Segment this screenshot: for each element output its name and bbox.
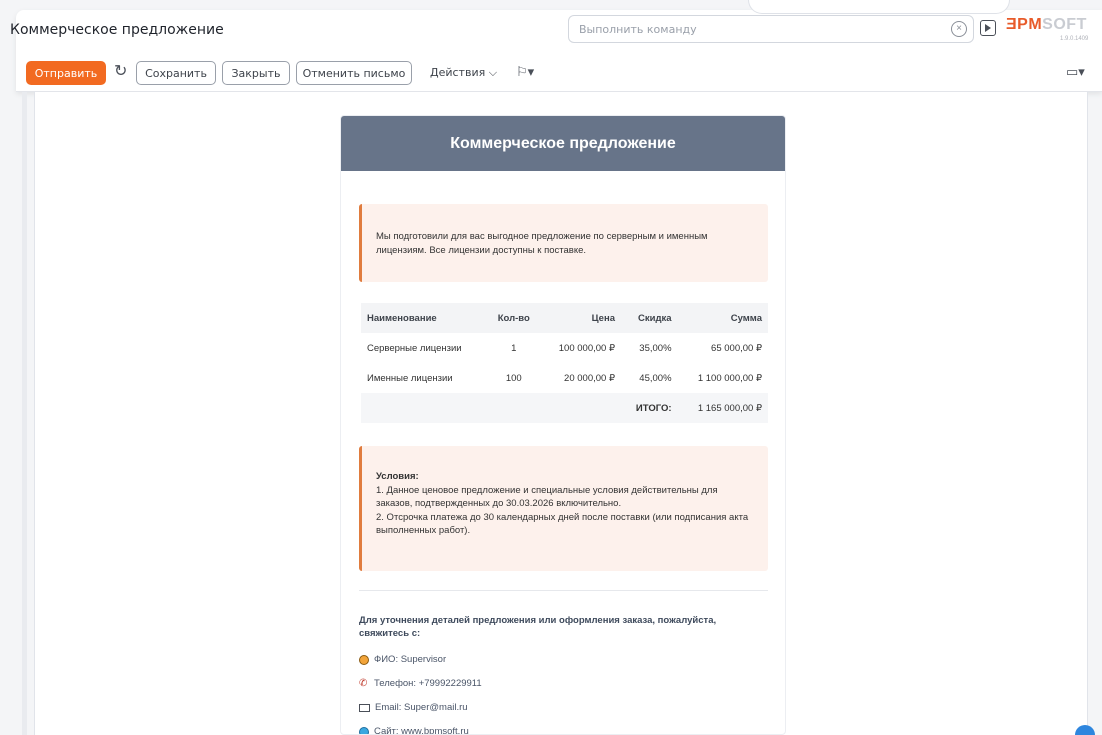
command-bar[interactable]: × xyxy=(568,15,974,43)
close-button[interactable]: Закрыть xyxy=(222,61,290,85)
cell-name: Именные лицензии xyxy=(367,372,453,384)
terms-line-1: 1. Данное ценовое предложение и специаль… xyxy=(376,484,718,510)
col-qty: Кол-во xyxy=(497,312,530,324)
logo-part-a: ƎPM xyxy=(1006,16,1043,33)
refresh-icon[interactable]: ↻ xyxy=(114,64,130,80)
cell-price: 100 000,00 ₽ xyxy=(558,342,615,354)
mail-icon xyxy=(359,703,370,712)
cell-discount: 35,00% xyxy=(639,342,672,354)
save-button[interactable]: Сохранить xyxy=(136,61,216,85)
total-label: ИТОГО: xyxy=(635,402,672,414)
cell-qty: 100 xyxy=(505,372,522,384)
cell-qty: 1 xyxy=(511,342,517,354)
page-title: Коммерческое предложение xyxy=(10,22,224,38)
contact-email: Email: Super@mail.ru xyxy=(359,702,468,713)
send-button[interactable]: Отправить xyxy=(26,61,106,85)
contact-phone-text: Телефон: +79992229911 xyxy=(374,678,482,689)
table-row: Именные лицензии 100 20 000,00 ₽ 45,00% … xyxy=(361,363,768,393)
col-name: Наименование xyxy=(367,312,437,324)
help-bubble[interactable] xyxy=(1075,725,1095,735)
person-icon xyxy=(359,654,369,665)
total-value: 1 165 000,00 ₽ xyxy=(697,402,762,414)
phone-icon: ✆ xyxy=(359,677,368,689)
items-table: Наименование Кол-во Цена Скидка Сумма Се… xyxy=(361,303,768,423)
email-heading: Коммерческое предложение xyxy=(341,116,785,171)
contact-phone: ✆ Телефон: +79992229911 xyxy=(359,678,482,689)
contact-site-text: Сайт: www.bpmsoft.ru xyxy=(374,726,469,735)
cell-price: 20 000,00 ₽ xyxy=(564,372,615,384)
table-header-row: Наименование Кол-во Цена Скидка Сумма xyxy=(361,303,768,333)
actions-menu[interactable]: Действия ⌵ xyxy=(430,66,497,80)
logo-part-b: SOFT xyxy=(1042,16,1087,33)
terms-line-2: 2. Отсрочка платежа до 30 календарных дн… xyxy=(376,511,749,537)
flag-menu-icon[interactable]: ⚐▾ xyxy=(516,64,534,80)
contact-email-text: Email: Super@mail.ru xyxy=(375,702,468,713)
actions-label: Действия xyxy=(430,66,486,79)
divider xyxy=(359,590,768,591)
chevron-down-icon: ⌵ xyxy=(488,66,498,79)
table-row: Серверные лицензии 1 100 000,00 ₽ 35,00%… xyxy=(361,333,768,363)
play-video-icon[interactable] xyxy=(980,20,996,36)
cell-sum: 1 100 000,00 ₽ xyxy=(697,372,762,384)
logo-version: 1.9.0.1409 xyxy=(1060,36,1089,42)
terms-title: Условия: xyxy=(376,471,419,482)
brand-logo: ƎPMSOFT xyxy=(1006,16,1087,34)
col-discount: Скидка xyxy=(638,312,672,324)
intro-block: Мы подготовили для вас выгодное предложе… xyxy=(359,204,768,282)
globe-icon xyxy=(359,726,369,734)
col-price: Цена xyxy=(591,312,615,324)
cancel-email-button[interactable]: Отменить письмо xyxy=(296,61,412,85)
cell-name: Серверные лицензии xyxy=(367,342,462,354)
screen-settings-icon[interactable]: ▭▾ xyxy=(1066,64,1085,80)
email-body: Коммерческое предложение Мы подготовили … xyxy=(340,115,786,735)
cell-sum: 65 000,00 ₽ xyxy=(711,342,762,354)
contact-name: ФИО: Supervisor xyxy=(359,654,446,665)
top-tab-handle[interactable] xyxy=(748,0,1010,14)
clear-icon[interactable]: × xyxy=(951,21,967,37)
command-input[interactable] xyxy=(579,22,963,36)
contact-title: Для уточнения деталей предложения или оф… xyxy=(359,615,717,639)
scrollbar[interactable] xyxy=(22,92,27,735)
cell-discount: 45,00% xyxy=(639,372,672,384)
terms-block: Условия: 1. Данное ценовое предложение и… xyxy=(359,446,768,571)
total-row: ИТОГО: 1 165 000,00 ₽ xyxy=(361,393,768,423)
col-sum: Сумма xyxy=(730,312,762,324)
contact-site: Сайт: www.bpmsoft.ru xyxy=(359,726,469,735)
contact-name-text: ФИО: Supervisor xyxy=(374,654,447,665)
